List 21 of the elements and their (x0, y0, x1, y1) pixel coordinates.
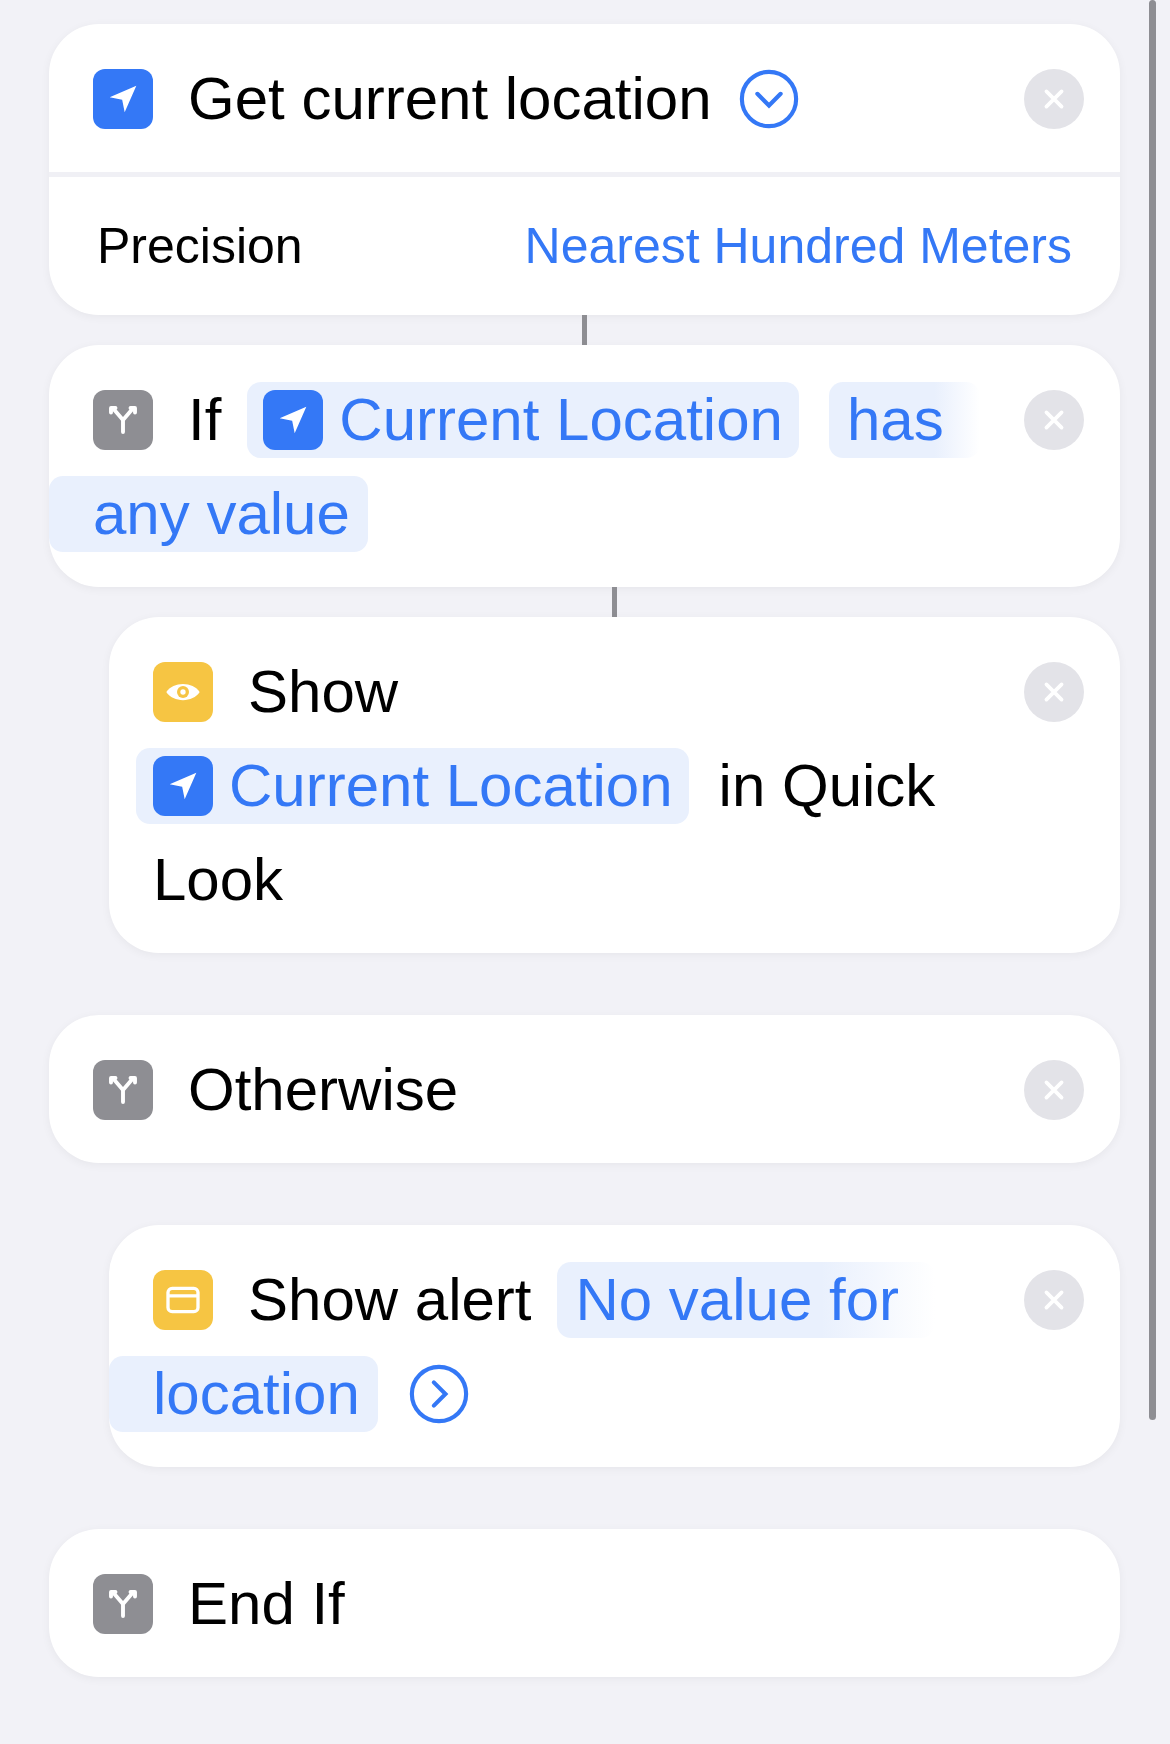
variable-token[interactable]: Current Location (136, 748, 689, 824)
chevron-down-circle-icon[interactable] (737, 68, 800, 130)
action-label: If (188, 385, 222, 455)
action-label: in Quick (718, 751, 936, 821)
action-label: Otherwise (188, 1055, 459, 1125)
branch-icon (93, 1060, 153, 1120)
action-label: Get current location (188, 64, 712, 134)
parameter-value[interactable]: Nearest Hundred Meters (524, 208, 1072, 284)
action-label: Look (153, 845, 284, 915)
branch-icon (93, 1574, 153, 1634)
action-label: Show alert (248, 1265, 532, 1335)
branch-icon (93, 390, 153, 450)
parameter-token[interactable]: location (109, 1356, 378, 1432)
variable-token[interactable]: Current Location (247, 382, 799, 458)
window-icon (153, 1270, 213, 1330)
action-label: Show (248, 657, 399, 727)
parameter-token[interactable]: any value (49, 476, 368, 552)
parameter-label: Precision (97, 216, 303, 276)
eye-icon (153, 662, 213, 722)
chevron-right-circle-icon[interactable] (407, 1363, 470, 1425)
action-label: End If (188, 1569, 345, 1639)
